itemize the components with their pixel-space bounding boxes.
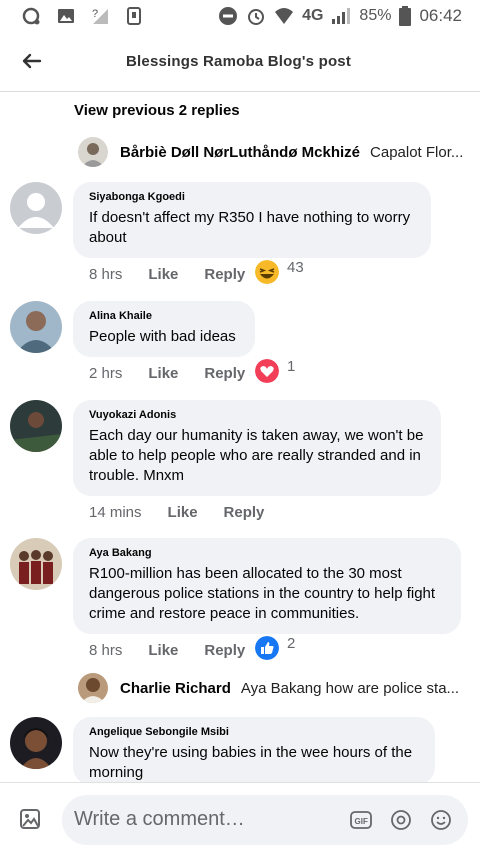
comment-author[interactable]: Siyabonga Kgoedi xyxy=(89,191,415,203)
clock: 06:42 xyxy=(419,6,462,25)
comment-time: 8 hrs xyxy=(89,642,123,659)
battery-icon xyxy=(399,6,412,26)
reaction-count: 2 xyxy=(287,634,296,652)
comment-author[interactable]: Angelique Sebongile Msibi xyxy=(89,726,419,738)
comment-text: Each day our humanity is taken away, we … xyxy=(89,427,424,484)
like-button[interactable]: Like xyxy=(148,266,178,283)
avatar xyxy=(78,137,108,167)
comment-text: R100-million has been allocated to the 3… xyxy=(89,565,436,622)
sim-card-icon xyxy=(127,7,141,25)
comment-actions: 14 mins Like Reply xyxy=(89,504,264,521)
reply-button[interactable]: Reply xyxy=(204,266,245,283)
gif-icon[interactable]: GIF xyxy=(350,809,372,831)
wifi-icon xyxy=(275,8,294,24)
like-button[interactable]: Like xyxy=(168,504,198,521)
no-signal-icon: ? xyxy=(92,8,108,24)
signal-icon xyxy=(332,8,351,24)
emoji-icon[interactable] xyxy=(430,809,452,831)
reaction-summary[interactable]: 1 xyxy=(255,357,296,383)
comment-input-wrapper[interactable]: Write a comment… GIF xyxy=(62,795,468,845)
back-arrow-icon[interactable] xyxy=(20,50,42,72)
photo-icon[interactable] xyxy=(18,807,42,831)
status-left-icons: ? xyxy=(22,6,144,26)
reply-author[interactable]: Charlie Richard xyxy=(120,680,231,697)
reply-button[interactable]: Reply xyxy=(224,504,265,521)
status-bar: ? 4G 85% 06:42 xyxy=(0,0,480,32)
comment-bubble: Alina Khaile People with bad ideas xyxy=(73,301,255,357)
like-reaction-icon xyxy=(255,636,279,660)
avatar[interactable] xyxy=(10,717,62,769)
post-header: Blessings Ramoba Blog's post xyxy=(0,32,480,92)
reply-button[interactable]: Reply xyxy=(204,365,245,382)
reply-snippet: Capalot Flor... xyxy=(370,143,464,161)
mention-icon[interactable] xyxy=(390,809,412,831)
page-title: Blessings Ramoba Blog's post xyxy=(126,53,352,70)
reaction-summary[interactable]: 43 xyxy=(255,258,304,284)
like-button[interactable]: Like xyxy=(148,365,178,382)
comment-time: 2 hrs xyxy=(89,365,123,382)
battery-percent: 85% xyxy=(359,7,392,24)
avatar[interactable] xyxy=(10,538,62,590)
comment-text: If doesn't affect my R350 I have nothing… xyxy=(89,209,411,246)
like-button[interactable]: Like xyxy=(148,642,178,659)
svg-text:GIF: GIF xyxy=(355,817,368,826)
comment-actions: 8 hrs Like Reply xyxy=(89,266,245,283)
love-reaction-icon xyxy=(255,359,279,383)
comment-text: Now they're using babies in the wee hour… xyxy=(89,744,413,781)
comment-bubble: Aya Bakang R100-million has been allocat… xyxy=(73,538,461,634)
avatar[interactable] xyxy=(10,182,62,234)
notification-icon xyxy=(22,7,40,25)
gallery-icon xyxy=(58,9,74,23)
comment-time: 14 mins xyxy=(89,504,142,521)
reaction-count: 1 xyxy=(287,357,296,375)
reply-preview[interactable]: Charlie Richard Aya Bakang how are polic… xyxy=(78,673,459,703)
comment-bubble: Siyabonga Kgoedi If doesn't affect my R3… xyxy=(73,182,431,258)
avatar[interactable] xyxy=(10,301,62,353)
comment-text: People with bad ideas xyxy=(89,328,236,345)
status-right-icons: 4G 85% 06:42 xyxy=(218,6,462,26)
comment-bubble: Angelique Sebongile Msibi Now they're us… xyxy=(73,717,435,785)
reaction-summary[interactable]: 2 xyxy=(255,634,296,660)
do-not-disturb-icon xyxy=(219,7,238,25)
reaction-count: 43 xyxy=(287,258,304,276)
reply-button[interactable]: Reply xyxy=(204,642,245,659)
avatar[interactable] xyxy=(10,400,62,452)
reply-author[interactable]: Bårbiè Døll NørLuthåndø Mckhizé xyxy=(120,144,360,161)
reply-preview[interactable]: Bårbiè Døll NørLuthåndø Mckhizé Capalot … xyxy=(78,137,463,167)
svg-text:?: ? xyxy=(92,8,98,20)
reply-snippet: Aya Bakang how are police sta... xyxy=(240,679,460,697)
avatar xyxy=(78,673,108,703)
comment-composer: Write a comment… GIF xyxy=(0,782,480,854)
comment-bubble: Vuyokazi Adonis Each day our humanity is… xyxy=(73,400,441,496)
comment-author[interactable]: Alina Khaile xyxy=(89,310,239,322)
comment-author[interactable]: Aya Bakang xyxy=(89,547,445,559)
alarm-icon xyxy=(248,9,265,25)
network-type: 4G xyxy=(302,7,324,24)
comment-time: 8 hrs xyxy=(89,266,123,283)
view-previous-replies-link[interactable]: View previous 2 replies xyxy=(74,102,240,119)
comment-author[interactable]: Vuyokazi Adonis xyxy=(89,409,425,421)
comment-input[interactable]: Write a comment… xyxy=(74,808,245,831)
haha-reaction-icon xyxy=(255,260,279,284)
comment-actions: 8 hrs Like Reply xyxy=(89,642,245,659)
comment-actions: 2 hrs Like Reply xyxy=(89,365,245,382)
